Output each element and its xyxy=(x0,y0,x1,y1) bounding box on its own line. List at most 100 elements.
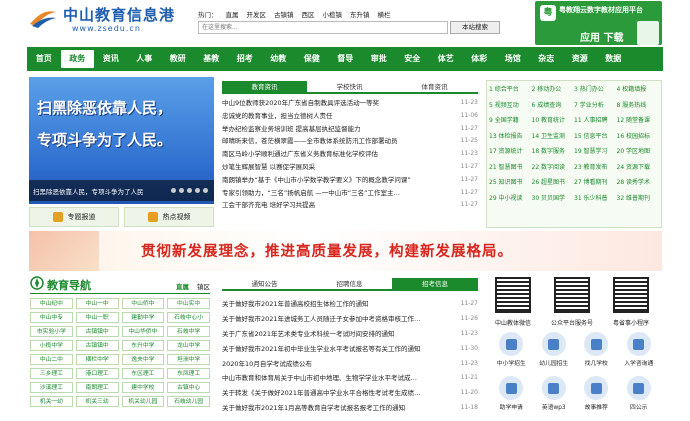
qr-wechat[interactable] xyxy=(495,277,531,313)
school-link[interactable]: 中山侨中 xyxy=(121,298,165,309)
nav-item[interactable]: 数据 xyxy=(597,47,631,71)
school-link[interactable]: 沙溪理工 xyxy=(30,382,73,393)
nav-item[interactable]: 保健 xyxy=(295,47,329,71)
school-link[interactable]: 石岐中心小 xyxy=(167,312,210,323)
nav-item[interactable]: 场馆 xyxy=(496,47,530,71)
news-title[interactable]: 举办纪检监察业务培训班 提高基层执纪监督能力 xyxy=(222,123,361,136)
tab-exam-info[interactable]: 招考信息 xyxy=(392,278,478,289)
news-item[interactable]: 举办纪检监察业务培训班 提高基层执纪监督能力 11-27 xyxy=(222,123,478,136)
school-link[interactable]: 中山二中 xyxy=(30,354,73,365)
service-shortcut[interactable]: 英语wp3 xyxy=(533,376,576,420)
search-button[interactable]: 本站搜索 xyxy=(450,21,500,34)
hot-link[interactable]: 古镇镇 xyxy=(274,9,294,19)
notice-item[interactable]: 关于做好我市2021年普通高校招生体检工作的通知 11-27 xyxy=(222,297,478,312)
service-link[interactable]: 20 学区地图 xyxy=(617,146,660,162)
nav-item[interactable]: 人事 xyxy=(128,47,162,71)
service-link[interactable]: 14 卫生监测 xyxy=(532,131,575,147)
tab-sports-news[interactable]: 体育资讯 xyxy=(392,81,477,92)
service-link[interactable]: 30 贝贝国学 xyxy=(532,193,575,209)
service-link[interactable]: 10 教育统计 xyxy=(532,115,575,131)
tab-notices[interactable]: 通知公告 xyxy=(222,278,307,289)
service-link[interactable]: 18 数字服务 xyxy=(532,146,575,162)
hero-caption[interactable]: 扫黑除恶依靠人民，专项斗争为了人民 xyxy=(33,186,144,196)
news-item[interactable]: 南区马岭小学顺利通过广东省义务教育标准化学校评估 11-23 xyxy=(222,148,478,161)
app-download-banner[interactable]: 粤 粤教翔云数字教材应用平台 应用 下载 xyxy=(535,1,662,45)
nav-item[interactable]: 教研 xyxy=(161,47,195,71)
notice-title[interactable]: 关于做好我市2021年普通高校招生体检工作的通知 xyxy=(222,297,369,312)
tab-education-news[interactable]: 教育资讯 xyxy=(222,81,307,92)
service-link[interactable]: 15 信息平台 xyxy=(574,131,617,147)
news-item[interactable]: 南朗镇举办“基于《中山市小学数学教学要义》下的概念教学问课” 11-27 xyxy=(222,174,478,187)
notice-title[interactable]: 关于做好我市2021年1月高等教育自学考试报名报考工作的通知 xyxy=(222,401,405,416)
service-link[interactable]: 7 学业分析 xyxy=(574,100,617,116)
service-link[interactable]: 23 教育发布 xyxy=(574,162,617,178)
search-input[interactable] xyxy=(198,21,448,34)
school-link[interactable]: 古镇镇中 xyxy=(75,340,119,351)
service-link[interactable]: 16 校园招标 xyxy=(617,131,660,147)
school-link[interactable]: 建勤中学 xyxy=(121,312,165,323)
service-shortcut[interactable]: 找几学校 xyxy=(575,332,618,376)
school-link[interactable]: 逸夫中学 xyxy=(121,354,165,365)
service-link[interactable]: 21 智慧图书 xyxy=(489,162,532,178)
service-link[interactable]: 3 热门办公 xyxy=(574,84,617,100)
site-logo-icon[interactable] xyxy=(28,6,58,30)
tab-direct[interactable]: 直属 xyxy=(176,281,189,291)
notice-title[interactable]: 关于广东省2021年艺术类专业术科统一考试时间安排的通知 xyxy=(222,327,395,342)
site-name[interactable]: 中山教育信息港 xyxy=(63,4,175,25)
school-link[interactable]: 东升中学 xyxy=(121,340,165,351)
nav-item[interactable]: 幼教 xyxy=(262,47,296,71)
news-title[interactable]: 专家引领助力，“三名”扬帆启航 —一中山市“三名”工作室主… xyxy=(222,187,400,200)
nav-item[interactable]: 资讯 xyxy=(94,47,128,71)
nav-item[interactable]: 督导 xyxy=(329,47,363,71)
service-link[interactable]: 27 博看期刊 xyxy=(574,177,617,193)
school-link[interactable]: 机关三幼 xyxy=(75,396,119,407)
hot-link[interactable]: 横栏 xyxy=(378,9,391,19)
notice-item[interactable]: 2020年10月自学考试成绩公布 11-23 xyxy=(222,357,478,372)
school-link[interactable]: 机关一幼 xyxy=(30,396,73,407)
carousel-dot[interactable] xyxy=(187,188,192,193)
service-link[interactable]: 12 随堂备课 xyxy=(617,115,660,131)
service-link[interactable]: 4 权籍填报 xyxy=(617,84,660,100)
news-title[interactable]: 炒笔生辉展智慧 以赛促学展风采 xyxy=(222,161,315,174)
school-link[interactable]: 古镇镇中 xyxy=(75,326,119,337)
nav-item[interactable]: 体彩 xyxy=(463,47,497,71)
school-link[interactable]: 龙山中学 xyxy=(167,340,210,351)
carousel-dot[interactable] xyxy=(179,188,184,193)
school-link[interactable]: 市实验小学 xyxy=(30,326,73,337)
notice-title[interactable]: 中山市教育和体育局关于中山市初中地理、生物学学业水平考试成… xyxy=(222,371,417,386)
slogan-banner[interactable]: 贯彻新发展理念，推进高质量发展，构建新发展格局。 xyxy=(29,231,662,271)
school-link[interactable]: 中山纪中 xyxy=(30,298,73,309)
service-link[interactable]: 19 智慧学习 xyxy=(574,146,617,162)
school-link[interactable]: 中山华侨中 xyxy=(121,326,165,337)
nav-item[interactable]: 政务 xyxy=(60,50,94,68)
service-link[interactable]: 24 资源下载 xyxy=(617,162,660,178)
notice-title[interactable]: 2020年10月自学考试成绩公布 xyxy=(222,357,312,372)
service-shortcut[interactable]: 入学咨询通 xyxy=(618,332,661,376)
news-title[interactable]: 工会干部齐充电 培好学习共提高 xyxy=(222,199,315,212)
school-link[interactable]: 三乡理工 xyxy=(30,368,73,379)
school-link[interactable]: 中山一中 xyxy=(75,298,119,309)
notice-item[interactable]: 关于做好我市2021年1月高等教育自学考试报名报考工作的通知 11-18 xyxy=(222,401,478,416)
news-item[interactable]: 专家引领助力，“三名”扬帆启航 —一中山市“三名”工作室主… 11-27 xyxy=(222,187,478,200)
notice-item[interactable]: 关于做好我市2021年进城务工人员随迁子女参加中考资格审核工作… 11-26 xyxy=(222,312,478,327)
hot-video-button[interactable]: 热点视频 xyxy=(124,207,214,227)
service-shortcut[interactable]: 四公示 xyxy=(618,376,661,420)
service-link[interactable]: 31 乐少科普 xyxy=(574,193,617,209)
carousel-dot[interactable] xyxy=(171,188,176,193)
news-item[interactable]: 中山9位教师获2020年广东省自制教具评选活动一等奖 11-23 xyxy=(222,97,478,110)
school-link[interactable]: 东区理工 xyxy=(121,368,165,379)
notice-item[interactable]: 关于转发《关于做好2021年普通高中学业水平合格性考试考生成绩… 11-20 xyxy=(222,386,478,401)
service-link[interactable]: 2 移动办公 xyxy=(532,84,575,100)
service-shortcut[interactable]: 幼儿园招生 xyxy=(533,332,576,376)
service-link[interactable]: 1 综合平台 xyxy=(489,84,532,100)
qr-service[interactable] xyxy=(554,277,590,313)
service-link[interactable]: 9 全国学籍 xyxy=(489,115,532,131)
service-link[interactable]: 17 资源统计 xyxy=(489,146,532,162)
notice-item[interactable]: 关于广东省2021年艺术类专业术科统一考试时间安排的通知 11-23 xyxy=(222,327,478,342)
hot-link[interactable]: 小榄镇 xyxy=(323,9,343,19)
news-title[interactable]: 南朗镇举办“基于《中山市小学数学教学要义》下的概念教学问课” xyxy=(222,174,411,187)
school-link[interactable]: 港口理工 xyxy=(75,368,119,379)
news-title[interactable]: 中山9位教师获2020年广东省自制教具评选活动一等奖 xyxy=(222,97,379,110)
nav-item[interactable]: 审批 xyxy=(362,47,396,71)
service-shortcut[interactable]: 助学申请 xyxy=(490,376,533,420)
